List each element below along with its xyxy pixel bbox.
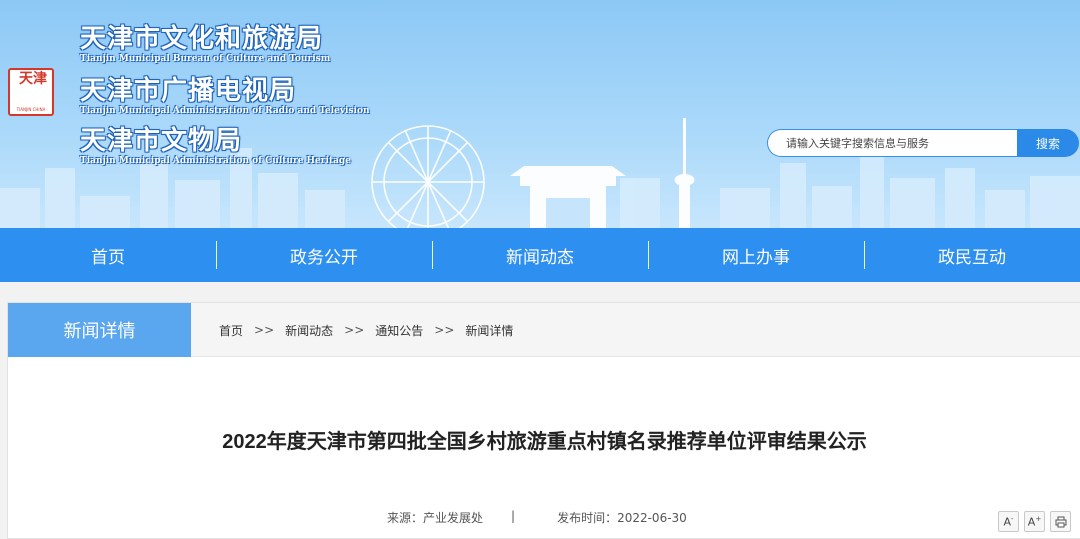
org-name-culture-tourism: 天津市文化和旅游局 Tianjin Municipal Bureau of Cu… <box>80 18 330 64</box>
seal-text: 天津 <box>19 71 47 87</box>
org-name-radio-tv: 天津市广播电视局 Tianjin Municipal Administratio… <box>80 70 370 116</box>
header-banner: 天津 TIANJIN CHINA 天津市文化和旅游局 Tianjin Munic… <box>0 0 1080 228</box>
breadcrumb-home[interactable]: 首页 <box>219 322 243 339</box>
bureau-seal-logo: 天津 TIANJIN CHINA <box>8 68 54 116</box>
seal-subtext: TIANJIN CHINA <box>16 107 46 112</box>
nav-item-news[interactable]: 新闻动态 <box>432 228 648 282</box>
article-date: 发布时间：2022-06-30 <box>557 511 687 525</box>
sub-header: 新闻详情 首页 >> 新闻动态 >> 通知公告 >> 新闻详情 <box>8 303 1080 357</box>
nav-item-interaction[interactable]: 政民互动 <box>864 228 1080 282</box>
breadcrumb: 首页 >> 新闻动态 >> 通知公告 >> 新闻详情 <box>219 303 513 357</box>
org-name-en: Tianjin Municipal Bureau of Culture and … <box>80 54 331 64</box>
org-name-en: Tianjin Municipal Administration of Radi… <box>80 106 370 116</box>
font-decrease-icon: A- <box>1003 514 1014 529</box>
article-meta: 来源：产业发展处 | 发布时间：2022-06-30 <box>387 509 687 526</box>
search-input[interactable] <box>767 129 1019 157</box>
breadcrumb-news[interactable]: 新闻动态 <box>285 322 333 339</box>
breadcrumb-notices[interactable]: 通知公告 <box>375 322 423 339</box>
font-increase-button[interactable]: A+ <box>1024 511 1045 532</box>
org-name-en: Tianjin Municipal Administration of Cult… <box>80 156 351 166</box>
font-increase-icon: A+ <box>1027 514 1042 529</box>
nav-item-gov-affairs[interactable]: 政务公开 <box>216 228 432 282</box>
org-name-culture-heritage: 天津市文物局 Tianjin Municipal Administration … <box>80 120 351 166</box>
section-tab-news-detail: 新闻详情 <box>8 303 191 357</box>
breadcrumb-separator: >> <box>434 323 455 337</box>
org-name-cn: 天津市文物局 <box>80 126 243 156</box>
site-search: 搜索 <box>767 129 1079 157</box>
nav-item-online-services[interactable]: 网上办事 <box>648 228 864 282</box>
org-name-cn: 天津市文化和旅游局 <box>80 24 324 54</box>
print-button[interactable] <box>1050 511 1071 532</box>
breadcrumb-separator: >> <box>344 323 365 337</box>
org-name-cn: 天津市广播电视局 <box>80 76 297 106</box>
font-decrease-button[interactable]: A- <box>998 511 1019 532</box>
search-button[interactable]: 搜索 <box>1017 129 1079 157</box>
breadcrumb-separator: >> <box>254 323 275 337</box>
printer-icon <box>1055 516 1066 527</box>
meta-divider: | <box>511 509 516 523</box>
article-source: 来源：产业发展处 <box>387 511 484 525</box>
article-panel: 新闻详情 首页 >> 新闻动态 >> 通知公告 >> 新闻详情 2022年度天津… <box>7 302 1080 539</box>
breadcrumb-current: 新闻详情 <box>465 323 514 338</box>
nav-item-home[interactable]: 首页 <box>0 228 216 282</box>
article-tools: A- A+ <box>998 511 1071 532</box>
main-nav: 首页 政务公开 新闻动态 网上办事 政民互动 <box>0 228 1080 282</box>
article-title: 2022年度天津市第四批全国乡村旅游重点村镇名录推荐单位评审结果公示 <box>222 431 867 453</box>
